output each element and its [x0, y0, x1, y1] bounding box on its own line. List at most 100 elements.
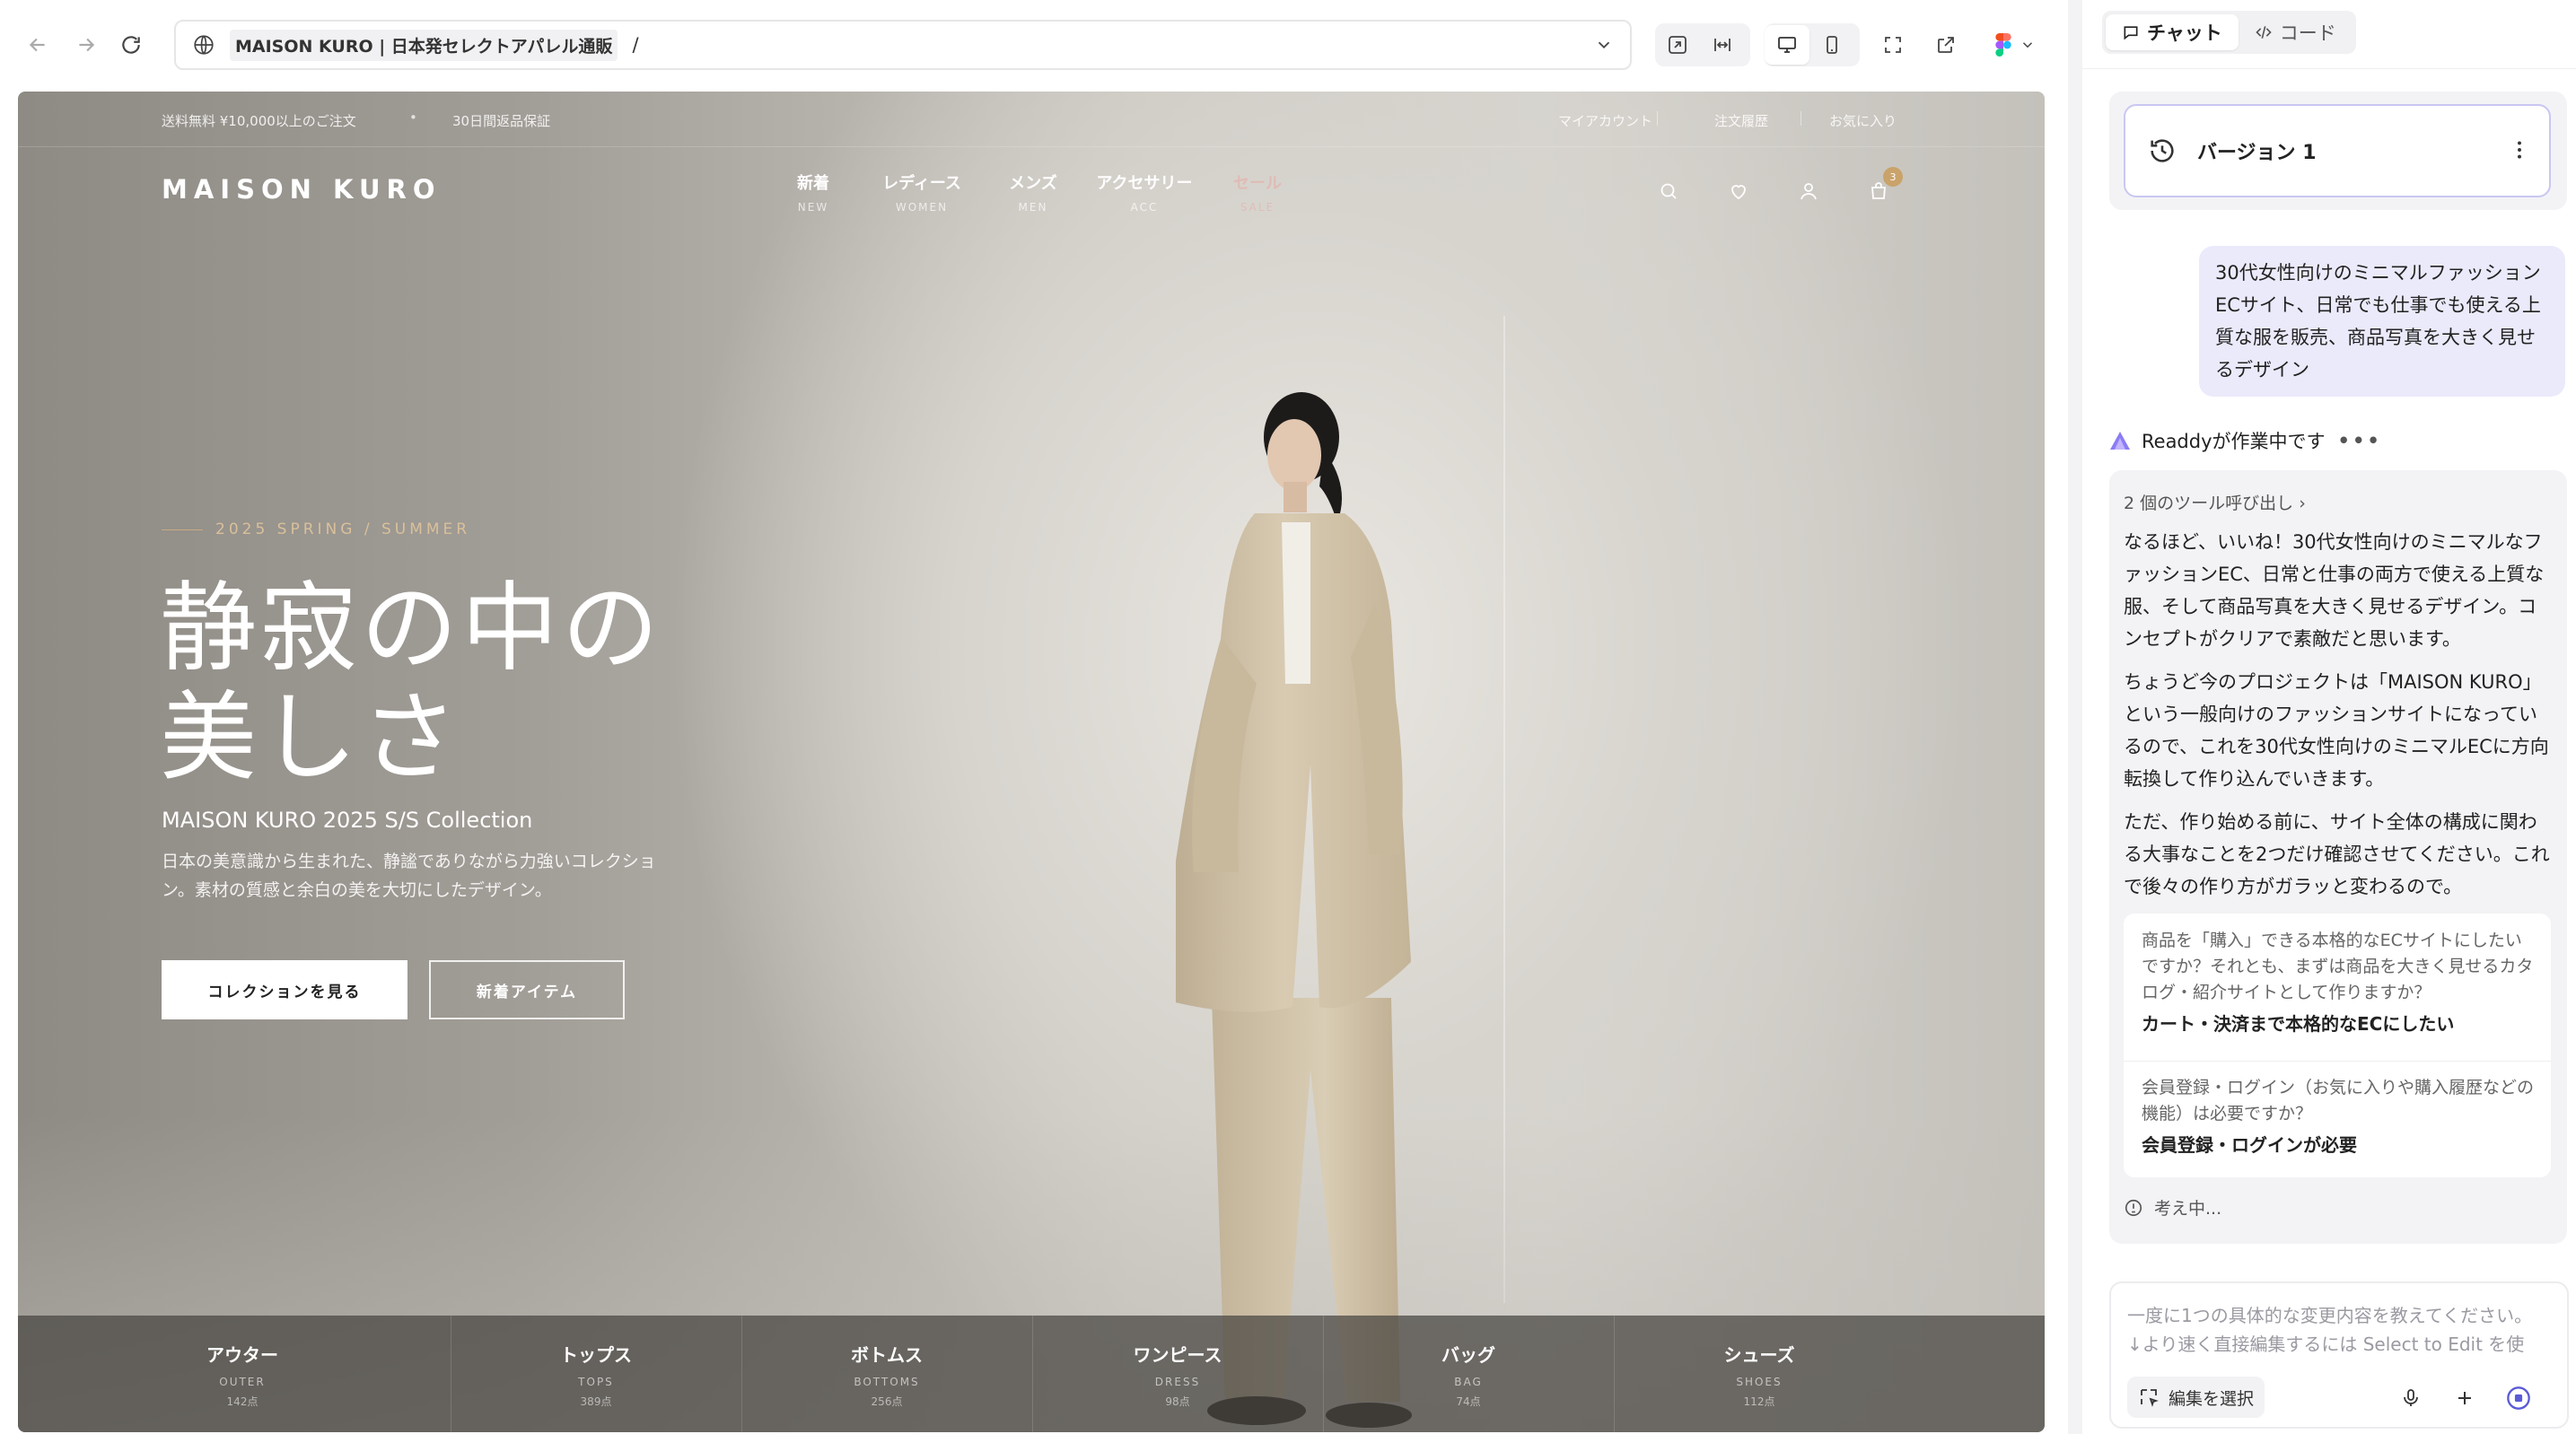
category-outer[interactable]: アウター OUTER 142点	[162, 1316, 323, 1432]
tab-code[interactable]: コード	[2239, 14, 2353, 50]
desktop-icon[interactable]	[1765, 25, 1809, 65]
category-dress[interactable]: ワンピース DRESS 98点	[1033, 1316, 1322, 1432]
plus-icon[interactable]	[2450, 1384, 2479, 1412]
category-count: 256点	[871, 1395, 903, 1408]
divider	[2082, 68, 2576, 69]
nav-label: レディース	[882, 174, 961, 193]
version-card[interactable]: バージョン 1	[2124, 104, 2551, 197]
separator-dot: •	[409, 109, 417, 126]
open-external-icon[interactable]	[1924, 23, 1967, 66]
nav-item-men[interactable]: メンズ MEN	[991, 171, 1075, 214]
select-cursor-icon	[2141, 1389, 2159, 1407]
thinking-text: 考え中...	[2154, 1199, 2222, 1219]
new-items-button[interactable]: 新着アイテム	[429, 960, 625, 1019]
season-line	[162, 529, 203, 530]
category-count: 142点	[226, 1395, 258, 1408]
heart-icon[interactable]	[1725, 178, 1752, 205]
divider	[1657, 111, 1658, 126]
readdy-logo-icon	[2110, 432, 2130, 450]
back-arrow-icon[interactable]	[20, 27, 56, 63]
nav-item-accessories[interactable]: アクセサリー ACC	[1088, 171, 1201, 214]
browser-toolbar: MAISON KURO | 日本発セレクトアパレル通販 /	[0, 0, 2064, 90]
agent-paragraph: ただ、作り始める前に、サイト全体の構成に関わる大事なことを2つだけ確認させてくだ…	[2124, 811, 2550, 897]
account-link[interactable]: マイアカウント	[1558, 111, 1652, 130]
address-bar[interactable]: MAISON KURO | 日本発セレクトアパレル通販 /	[174, 20, 1632, 70]
loading-dots: •••	[2337, 430, 2382, 451]
hero-title: 静寂の中の 美しさ	[160, 574, 734, 793]
nav-sublabel: WOMEN	[895, 201, 949, 214]
url-path: /	[632, 34, 639, 56]
fit-width-icon[interactable]	[1700, 25, 1745, 65]
nav-sublabel: NEW	[797, 201, 829, 214]
hero-description: 日本の美意識から生まれた、静謐でありながら力強いコレクション。素材の質感と余白の…	[162, 852, 656, 900]
category-label: アウター	[206, 1344, 278, 1366]
agent-paragraph: ちょうど今のプロジェクトは「MAISON KURO」という一般向けのファッション…	[2124, 671, 2549, 790]
questions-card: 商品を「購入」できる本格的なECサイトにしたいですか？それとも、まずは商品を大き…	[2124, 914, 2551, 1177]
orders-link[interactable]: 注文履歴	[1714, 111, 1768, 130]
tab-label: コード	[2279, 22, 2336, 44]
category-label: トップス	[560, 1344, 632, 1366]
globe-icon	[194, 35, 214, 55]
reload-icon[interactable]	[113, 27, 149, 63]
nav-sublabel: MEN	[1018, 201, 1048, 214]
question-text: 会員登録・ログイン（お気に入りや購入履歴などの機能）は必要ですか？	[2142, 1078, 2535, 1124]
mobile-icon[interactable]	[1809, 25, 1854, 65]
chevron-down-icon[interactable]	[1594, 35, 1614, 55]
panel-resize-handle[interactable]	[2068, 0, 2082, 1434]
select-to-edit-button[interactable]: 編集を選択	[2127, 1377, 2265, 1418]
season-text: 2025 SPRING / SUMMER	[215, 520, 471, 538]
site-logo[interactable]: MAISON KURO	[162, 174, 442, 205]
url-page-title: MAISON KURO | 日本発セレクトアパレル通販	[230, 29, 618, 61]
returns-notice: 30日間返品保証	[452, 113, 551, 129]
cart-count-badge: 3	[1883, 167, 1903, 187]
question-item[interactable]: 会員登録・ログイン（お気に入りや購入履歴などの機能）は必要ですか？ 会員登録・ロ…	[2142, 1075, 2537, 1157]
nav-label: メンズ	[1009, 174, 1057, 193]
lightbulb-icon	[2125, 1199, 2142, 1216]
shipping-notice: 送料無料 ¥10,000以上のご注文	[162, 113, 356, 129]
tab-label: チャット	[2147, 22, 2222, 44]
message-composer[interactable]: 一度に1つの具体的な変更内容を教えてください。 ↓より速く直接編集するには Se…	[2109, 1281, 2569, 1429]
hero-subtitle: MAISON KURO 2025 S/S Collection	[162, 808, 533, 833]
chevron-down-icon	[2022, 42, 2033, 48]
category-label: シューズ	[1723, 1344, 1795, 1366]
code-icon	[2256, 26, 2272, 39]
category-tops[interactable]: トップス TOPS 389点	[451, 1316, 740, 1432]
category-bag[interactable]: バッグ BAG 74点	[1324, 1316, 1613, 1432]
tool-calls-label: 2 個のツール呼び出し	[2124, 494, 2294, 513]
season-label: 2025 SPRING / SUMMER	[162, 520, 470, 538]
category-label: バッグ	[1441, 1344, 1495, 1366]
history-icon	[2151, 139, 2174, 162]
question-text: 商品を「購入」できる本格的なECサイトにしたいですか？それとも、まずは商品を大き…	[2142, 931, 2534, 1002]
viewport-size-group	[1655, 23, 1750, 66]
version-label: バージョン 1	[2197, 142, 2317, 164]
view-collection-button[interactable]: コレクションを見る	[162, 960, 407, 1019]
tool-calls-toggle[interactable]: 2 個のツール呼び出し ›	[2124, 490, 2306, 514]
category-bottoms[interactable]: ボトムス BOTTOMS 256点	[742, 1316, 1031, 1432]
hero-title-line: 美しさ	[160, 682, 462, 794]
agent-status: Readdyが作業中です •••	[2109, 427, 2382, 454]
forward-arrow-icon[interactable]	[68, 27, 104, 63]
agent-status-text: Readdyが作業中です	[2142, 431, 2326, 452]
category-sublabel: BAG	[1454, 1376, 1483, 1388]
category-count: 389点	[580, 1395, 612, 1408]
fullscreen-icon[interactable]	[1871, 23, 1914, 66]
nav-item-women[interactable]: レディース WOMEN	[865, 171, 978, 214]
user-icon[interactable]	[1795, 178, 1822, 205]
question-item[interactable]: 商品を「購入」できる本格的なECサイトにしたいですか？それとも、まずは商品を大き…	[2142, 928, 2537, 1036]
figma-menu[interactable]	[1984, 23, 2046, 66]
expand-icon[interactable]	[1655, 25, 1700, 65]
stop-icon[interactable]	[2504, 1384, 2533, 1412]
microphone-icon[interactable]	[2396, 1384, 2425, 1412]
nav-item-sale[interactable]: セール SALE	[1226, 171, 1289, 214]
nav-item-new[interactable]: 新着 NEW	[777, 171, 849, 214]
panel-tabs: チャット コード	[2102, 11, 2356, 54]
more-options-icon[interactable]	[2508, 138, 2531, 162]
favorites-link[interactable]: お気に入り	[1829, 111, 1897, 130]
category-sublabel: BOTTOMS	[854, 1376, 920, 1388]
tab-chat[interactable]: チャット	[2106, 14, 2239, 50]
chevron-right-icon: ›	[2299, 494, 2306, 513]
search-icon[interactable]	[1655, 178, 1682, 205]
select-button-label: 編集を選択	[2169, 1388, 2255, 1409]
category-shoes[interactable]: シューズ SHOES 112点	[1615, 1316, 1904, 1432]
category-bar: アウター OUTER 142点 トップス TOPS 389点 ボトムス BOTT…	[18, 1316, 2045, 1432]
